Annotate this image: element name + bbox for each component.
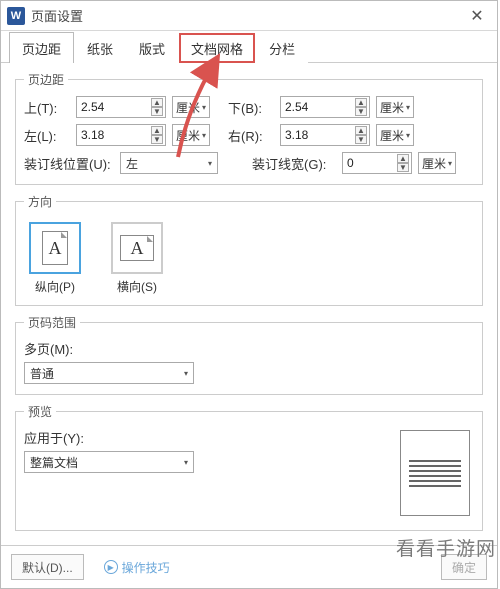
default-button[interactable]: 默认(D)... <box>11 554 84 580</box>
portrait-icon: A <box>42 231 68 265</box>
page-range-legend: 页码范围 <box>24 314 80 331</box>
tab-paper[interactable]: 纸张 <box>74 32 126 63</box>
app-icon: W <box>7 7 25 25</box>
gutter-pos-label: 装订线位置(U): <box>24 154 116 173</box>
titlebar: W 页面设置 ✕ <box>1 1 497 31</box>
caret-down-icon: ▾ <box>202 103 206 112</box>
window-title: 页面设置 <box>31 6 457 25</box>
gutter-width-unit[interactable]: 厘米▾ <box>418 152 456 174</box>
top-label: 上(T): <box>24 98 72 117</box>
margins-group: 页边距 上(T): 2.54 ▲▼ 厘米▾ 下(B): 2.54 ▲▼ 厘米▾ … <box>15 71 483 185</box>
caret-down-icon: ▾ <box>406 131 410 140</box>
preview-thumbnail <box>400 430 470 516</box>
orientation-portrait[interactable]: A 纵向(P) <box>24 222 86 295</box>
right-label: 右(R): <box>228 126 276 145</box>
top-input[interactable]: 2.54 ▲▼ <box>76 96 166 118</box>
tab-doc-grid[interactable]: 文档网格 <box>178 32 256 63</box>
caret-down-icon: ▾ <box>184 369 188 378</box>
spin-up-icon[interactable]: ▲ <box>355 98 367 107</box>
preview-legend: 预览 <box>24 403 56 420</box>
preview-group: 预览 应用于(Y): 整篇文档▾ <box>15 403 483 531</box>
caret-down-icon: ▾ <box>448 159 452 168</box>
gutter-width-input[interactable]: 0 ▲▼ <box>342 152 412 174</box>
spin-up-icon[interactable]: ▲ <box>355 126 367 135</box>
spin-down-icon[interactable]: ▼ <box>151 107 163 116</box>
gutter-pos-select[interactable]: 左▾ <box>120 152 218 174</box>
bottom-label: 下(B): <box>228 98 276 117</box>
left-unit[interactable]: 厘米▾ <box>172 124 210 146</box>
tab-bar: 页边距 纸张 版式 文档网格 分栏 <box>1 31 497 63</box>
caret-down-icon: ▾ <box>208 159 212 168</box>
apply-label: 应用于(Y): <box>24 428 224 447</box>
top-unit[interactable]: 厘米▾ <box>172 96 210 118</box>
right-unit[interactable]: 厘米▾ <box>376 124 414 146</box>
right-input[interactable]: 3.18 ▲▼ <box>280 124 370 146</box>
bottom-input[interactable]: 2.54 ▲▼ <box>280 96 370 118</box>
spin-down-icon[interactable]: ▼ <box>355 107 367 116</box>
margins-legend: 页边距 <box>24 71 68 88</box>
landscape-label: 横向(S) <box>106 278 168 295</box>
caret-down-icon: ▾ <box>406 103 410 112</box>
gutter-width-label: 装订线宽(G): <box>252 154 338 173</box>
close-button[interactable]: ✕ <box>457 1 497 31</box>
watermark: 看看手游网 <box>396 534 496 561</box>
tab-columns[interactable]: 分栏 <box>256 32 308 63</box>
spin-up-icon[interactable]: ▲ <box>151 98 163 107</box>
orientation-landscape[interactable]: A 横向(S) <box>106 222 168 295</box>
play-icon: ▶ <box>104 560 118 574</box>
spin-down-icon[interactable]: ▼ <box>151 135 163 144</box>
portrait-label: 纵向(P) <box>24 278 86 295</box>
landscape-icon: A <box>120 235 154 261</box>
left-label: 左(L): <box>24 126 72 145</box>
multi-label: 多页(M): <box>24 339 73 358</box>
orientation-legend: 方向 <box>24 193 56 210</box>
caret-down-icon: ▾ <box>202 131 206 140</box>
left-input[interactable]: 3.18 ▲▼ <box>76 124 166 146</box>
caret-down-icon: ▾ <box>184 458 188 467</box>
multi-select[interactable]: 普通▾ <box>24 362 194 384</box>
spin-down-icon[interactable]: ▼ <box>355 135 367 144</box>
tab-margins[interactable]: 页边距 <box>9 32 74 63</box>
tab-layout[interactable]: 版式 <box>126 32 178 63</box>
spin-up-icon[interactable]: ▲ <box>397 154 409 163</box>
page-range-group: 页码范围 多页(M): 普通▾ <box>15 314 483 395</box>
spin-down-icon[interactable]: ▼ <box>397 163 409 172</box>
apply-select[interactable]: 整篇文档▾ <box>24 451 194 473</box>
bottom-unit[interactable]: 厘米▾ <box>376 96 414 118</box>
orientation-group: 方向 A 纵向(P) A 横向(S) <box>15 193 483 306</box>
spin-up-icon[interactable]: ▲ <box>151 126 163 135</box>
tips-button[interactable]: ▶ 操作技巧 <box>94 554 180 580</box>
